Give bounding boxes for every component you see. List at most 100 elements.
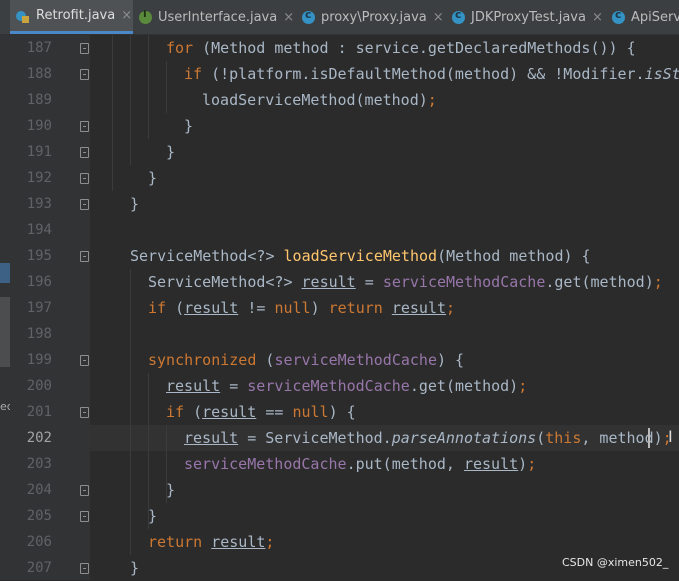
code-token: ; (265, 533, 275, 551)
code-token: null (274, 299, 311, 317)
fold-marker-icon[interactable] (80, 355, 89, 366)
line-number: 202 (26, 430, 52, 446)
code-token: result (301, 273, 356, 291)
code-token: ( (184, 403, 203, 421)
code-token: != (238, 299, 275, 317)
close-icon[interactable]: × (433, 10, 444, 25)
code-line: result = serviceMethodCache.get(method); (166, 373, 527, 399)
fold-marker-icon[interactable] (80, 199, 89, 210)
code-token: } (148, 169, 158, 187)
tab-userinterface-java[interactable]: UserInterface.java × (133, 0, 296, 34)
fold-marker-icon[interactable] (80, 407, 89, 418)
tab-proxy-proxy-java[interactable]: proxy\Proxy.java × (296, 0, 446, 34)
code-token: ( (256, 351, 275, 369)
line-number: 207 (26, 560, 52, 576)
tab-label: UserInterface.java (158, 9, 278, 25)
close-icon[interactable]: × (592, 10, 603, 25)
indent-guide (130, 35, 131, 165)
line-number: 203 (26, 456, 52, 472)
line-number: 201 (26, 404, 52, 420)
fold-marker-icon[interactable] (80, 251, 89, 262)
line-number: 192 (26, 170, 52, 186)
code-token: isStat (644, 65, 679, 83)
code-token: } (184, 117, 194, 135)
tab-jdkproxytest-java[interactable]: JDKProxyTest.java × (446, 0, 606, 34)
tab-apiserv[interactable]: ApiServ (606, 0, 679, 34)
indent-guide (166, 61, 167, 113)
code-token: this (545, 429, 582, 447)
code-token: ) { (437, 351, 465, 369)
line-number: 199 (26, 352, 52, 368)
line-number: 196 (26, 274, 52, 290)
editor-tab-bar: Retrofit.java×UserInterface.java×proxy\P… (0, 0, 679, 35)
code-token: ; (446, 299, 456, 317)
close-icon[interactable]: × (121, 8, 132, 23)
code-token: } (166, 143, 176, 161)
code-line: if (result == null) { (166, 399, 356, 425)
code-token: ( (166, 299, 185, 317)
code-token: ) (310, 299, 329, 317)
fold-marker-icon[interactable] (80, 147, 89, 158)
code-token: result (463, 455, 519, 473)
code-line: if (!platform.isDefaultMethod(method) &&… (184, 61, 679, 87)
interface-icon (139, 9, 152, 24)
code-line: } (148, 165, 157, 191)
fold-marker-icon[interactable] (80, 563, 89, 574)
code-editor[interactable]: for (Method method : service.getDeclared… (90, 35, 679, 580)
tab-retrofit-java[interactable]: Retrofit.java × (10, 0, 133, 34)
code-token: ; (527, 455, 537, 473)
fold-marker-icon[interactable] (80, 121, 89, 132)
code-line: if (result != null) return result; (148, 295, 455, 321)
code-token: ; (518, 377, 528, 395)
code-line: } (166, 477, 175, 503)
code-token: = (355, 273, 383, 291)
code-line: } (130, 555, 139, 580)
code-token: return (148, 533, 203, 551)
code-token: (Method method : service.getDeclaredMeth… (193, 39, 636, 57)
code-token: } (166, 481, 176, 499)
line-number: 206 (26, 534, 52, 550)
fold-marker-icon[interactable] (80, 69, 89, 80)
code-token: .get(method) (545, 273, 654, 291)
code-token: ( (536, 429, 546, 447)
code-line: } (184, 113, 193, 139)
code-line: } (148, 503, 157, 529)
line-number: 190 (26, 118, 52, 134)
strip-highlight (0, 263, 10, 283)
fold-marker-icon[interactable] (80, 485, 89, 496)
code-token: ; (427, 91, 437, 109)
close-icon[interactable]: × (283, 10, 294, 25)
code-line: serviceMethodCache.put(method, result); (184, 451, 536, 477)
code-token: (!platform.isDefaultMethod(method) && !M… (202, 65, 645, 83)
fold-marker-icon[interactable] (80, 43, 89, 54)
code-token: null (292, 403, 329, 421)
code-token: .put(method, (346, 455, 464, 473)
left-tool-strip: ec (0, 35, 13, 580)
indent-guide (112, 35, 113, 191)
line-number: 193 (26, 196, 52, 212)
indent-guide (148, 373, 149, 529)
line-number: 198 (26, 326, 52, 342)
line-number: 204 (26, 482, 52, 498)
code-token: if (148, 299, 167, 317)
code-token: return (328, 299, 383, 317)
code-token: if (184, 65, 203, 83)
line-number: 187 (26, 40, 52, 56)
line-number: 188 (26, 66, 52, 82)
class-icon (302, 8, 315, 24)
line-number: 195 (26, 248, 52, 264)
fold-marker-icon[interactable] (80, 173, 89, 184)
code-token: result (184, 299, 239, 317)
code-token: serviceMethodCache (247, 377, 410, 395)
indent-guide (130, 269, 131, 555)
code-token: if (166, 403, 185, 421)
mouse-ibeam-cursor-icon: I (668, 427, 673, 446)
code-token: (Method method) { (437, 247, 591, 265)
code-token: = ServiceMethod. (238, 429, 392, 447)
line-number: 205 (26, 508, 52, 524)
strip-highlight (0, 297, 10, 367)
fold-marker-icon[interactable] (80, 511, 89, 522)
code-line: loadServiceMethod(method); (202, 87, 437, 113)
line-number: 194 (26, 222, 52, 238)
